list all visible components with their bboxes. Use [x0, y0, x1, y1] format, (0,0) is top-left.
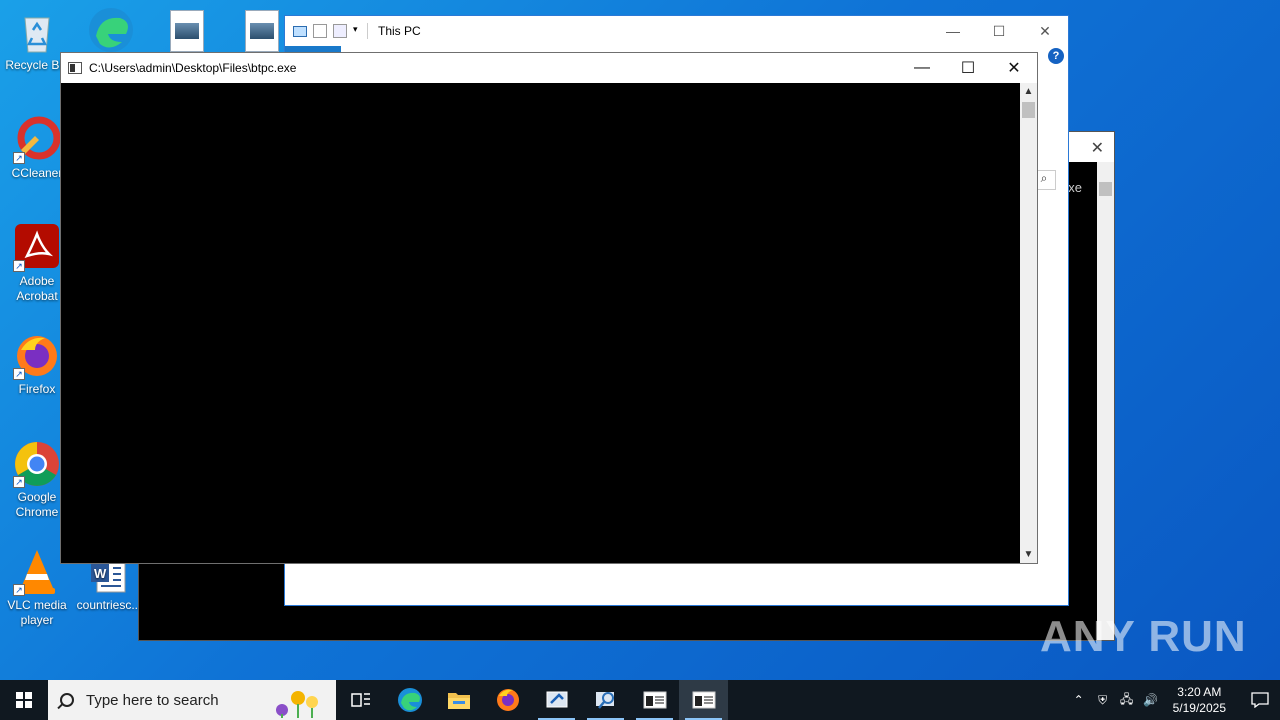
search-highlight-flowers-icon — [276, 691, 318, 718]
toolbar-divider — [367, 23, 368, 39]
close-button[interactable]: ✕ — [1022, 16, 1068, 46]
search-placeholder: Type here to search — [86, 691, 219, 709]
properties-icon[interactable] — [313, 24, 327, 38]
start-button[interactable] — [0, 680, 48, 720]
scrollbar-thumb[interactable] — [1099, 182, 1112, 196]
scrollbar-thumb[interactable] — [1022, 102, 1035, 118]
security-shield-icon[interactable]: ⛨ — [1091, 693, 1115, 708]
close-icon[interactable]: ✕ — [1091, 138, 1104, 158]
new-folder-icon[interactable] — [333, 24, 347, 38]
edge-icon — [89, 8, 133, 52]
window-titlebar[interactable]: C:\Users\admin\Desktop\Files\btpc.exe — … — [61, 53, 1037, 83]
adobe-acrobat-icon: ↗ — [13, 224, 61, 272]
volume-icon[interactable]: 🔊 — [1139, 693, 1163, 707]
app-installer-icon — [546, 691, 567, 708]
scroll-up-arrow-icon[interactable]: ▲ — [1020, 83, 1037, 100]
taskbar-search-box[interactable]: Type here to search — [48, 680, 336, 720]
action-center-button[interactable] — [1240, 680, 1280, 720]
maximize-button[interactable]: ☐ — [976, 16, 1022, 46]
console-text-fragment: xe — [1068, 180, 1082, 195]
chevron-down-icon[interactable]: ▾ — [353, 24, 361, 38]
minimize-button[interactable]: — — [930, 16, 976, 46]
console-window-icon — [643, 691, 666, 709]
console-window[interactable]: C:\Users\admin\Desktop\Files\btpc.exe — … — [60, 52, 1038, 564]
shortcut-arrow-icon: ↗ — [13, 476, 25, 488]
task-view-icon — [350, 693, 370, 707]
close-button[interactable]: ✕ — [991, 53, 1037, 83]
desktop-icon-label: countriesc... — [76, 598, 142, 612]
task-view-button[interactable] — [336, 680, 385, 720]
taskbar-console-button[interactable] — [630, 680, 679, 720]
clock-date: 5/19/2025 — [1172, 701, 1226, 715]
image-file-icon — [250, 23, 274, 39]
taskbar-file-explorer-button[interactable] — [434, 680, 483, 720]
desktop-icon-image-file[interactable] — [170, 10, 204, 52]
windows-logo-icon — [16, 692, 32, 708]
scroll-down-arrow-icon[interactable]: ▼ — [1020, 546, 1037, 563]
help-icon[interactable]: ? — [1048, 48, 1064, 64]
firefox-icon — [496, 689, 519, 711]
desktop-icon-countries-document[interactable]: W countriesc... — [72, 556, 146, 613]
file-explorer-icon — [447, 693, 470, 709]
desktop-icon-image-file[interactable] — [245, 10, 279, 52]
maximize-button[interactable]: ☐ — [945, 53, 991, 83]
search-icon — [60, 693, 74, 707]
taskbar-console-button-active[interactable] — [679, 680, 728, 720]
minimize-button[interactable]: — — [899, 53, 945, 83]
taskbar-firefox-button[interactable] — [483, 680, 532, 720]
chrome-icon: ↗ — [13, 440, 61, 488]
window-title: C:\Users\admin\Desktop\Files\btpc.exe — [89, 61, 297, 75]
edge-icon — [397, 688, 422, 712]
taskbar-installer-button[interactable] — [532, 680, 581, 720]
taskbar-clock[interactable]: 3:20 AM 5/19/2025 — [1173, 684, 1226, 716]
clock-time: 3:20 AM — [1177, 685, 1222, 699]
desktop-icon-edge[interactable] — [86, 6, 136, 54]
network-icon[interactable]: 🖧 — [1115, 690, 1139, 711]
vertical-scrollbar[interactable]: ▲ ▼ — [1020, 83, 1037, 563]
shortcut-arrow-icon: ↗ — [13, 368, 25, 380]
show-hidden-icons-chevron-icon[interactable]: ⌃ — [1067, 693, 1091, 707]
shortcut-arrow-icon: ↗ — [13, 152, 25, 164]
notification-icon — [1251, 692, 1269, 708]
system-tray: ⌃ ⛨ 🖧 🔊 3:20 AM 5/19/2025 — [1067, 680, 1280, 720]
ccleaner-icon: ↗ — [13, 116, 61, 164]
svg-text:W: W — [94, 566, 107, 581]
window-title: This PC — [378, 24, 421, 38]
shortcut-arrow-icon: ↗ — [13, 260, 25, 272]
computer-icon — [293, 25, 307, 37]
firefox-icon: ↗ — [13, 332, 61, 380]
vlc-icon: ↗ — [13, 548, 61, 596]
quick-access-toolbar: ▾ — [293, 23, 368, 39]
desktop-icon-label: VLC media player — [7, 598, 67, 627]
console-output-area[interactable] — [61, 83, 1020, 563]
console-app-icon — [68, 62, 82, 74]
taskbar: Type here to search ⌃ ⛨ 🖧 🔊 3:20 AM 5/19… — [0, 680, 1280, 720]
window-titlebar[interactable]: ▾ This PC — ☐ ✕ — [285, 16, 1068, 46]
anyrun-watermark: ANY RUN — [1040, 612, 1247, 661]
taskbar-search-tool-button[interactable] — [581, 680, 630, 720]
shortcut-arrow-icon: ↗ — [13, 584, 25, 596]
taskbar-edge-button[interactable] — [385, 680, 434, 720]
image-file-icon — [175, 23, 199, 39]
vertical-scrollbar[interactable] — [1097, 162, 1114, 640]
search-tool-icon — [595, 692, 614, 709]
console-window-icon — [692, 691, 715, 709]
recycle-bin-icon — [13, 8, 61, 56]
